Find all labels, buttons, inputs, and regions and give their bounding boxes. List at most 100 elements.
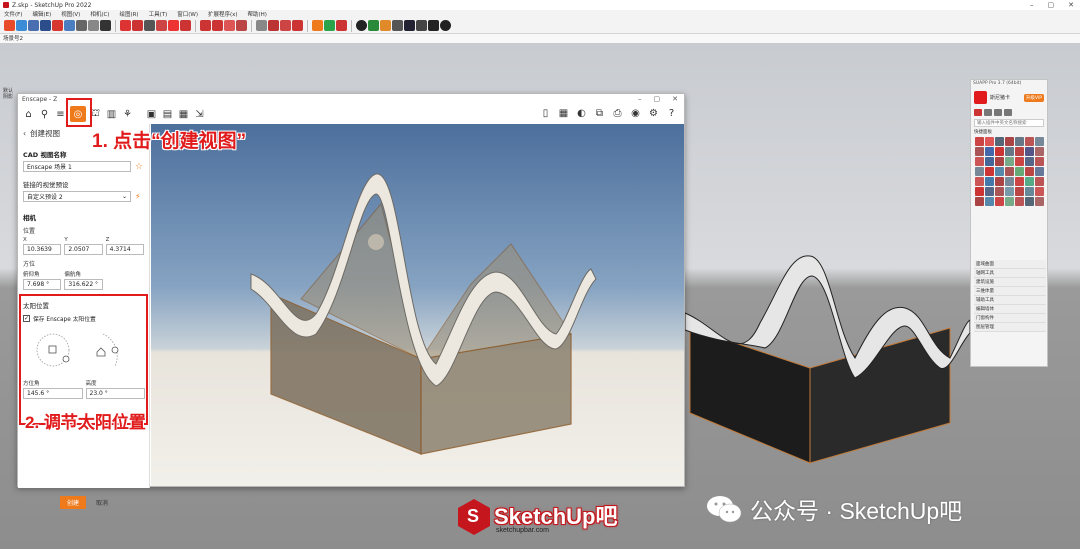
group-icon[interactable] [256,20,267,31]
suapp-fav-icon[interactable] [994,109,1002,116]
walk-tool-icon[interactable] [76,20,87,31]
menu-file[interactable]: 文件(F) [4,10,22,18]
add-icon[interactable] [356,20,367,31]
category-item[interactable]: 面域曲面 [974,260,1046,269]
tool-icon[interactable] [1005,147,1014,156]
pitch-input[interactable]: 7.698 ° [23,279,62,290]
mail-icon[interactable] [428,20,439,31]
category-item[interactable]: 三维体量 [974,287,1046,296]
tool-icon[interactable] [1025,177,1034,186]
tool-icon[interactable] [995,167,1004,176]
tool-icon[interactable] [1035,177,1044,186]
minimize-icon[interactable]: – [1030,1,1034,9]
building-icon[interactable]: ▥ [105,108,118,121]
help-icon[interactable]: ? [665,107,678,120]
category-item[interactable]: 图层管理 [974,323,1046,332]
close-icon[interactable]: ✕ [1068,1,1074,9]
position-camera-icon[interactable] [88,20,99,31]
menu-camera[interactable]: 相机(C) [90,10,109,18]
tool-icon[interactable] [1025,137,1034,146]
menu-extensions[interactable]: 扩展程序(x) [208,10,238,18]
tool-icon[interactable] [975,147,984,156]
tool-icon[interactable] [975,137,984,146]
orbit-tool-icon[interactable] [16,20,27,31]
link-icon[interactable]: ⚲ [38,108,51,121]
tool-icon[interactable] [995,147,1004,156]
tool-icon[interactable] [1035,187,1044,196]
tool-icon[interactable] [985,167,994,176]
refresh-icon[interactable] [324,20,335,31]
preset-link-icon[interactable]: ⚡ [135,192,141,201]
tool-icon[interactable] [1035,147,1044,156]
layers-icon[interactable]: ⧉ [593,107,606,120]
select-tool-icon[interactable] [4,20,15,31]
enscape-close-icon[interactable]: ✕ [672,95,678,103]
tool-icon[interactable] [975,167,984,176]
tool-icon[interactable] [985,157,994,166]
tool-icon[interactable] [995,187,1004,196]
preset-select[interactable]: 自定义预设 2 ⌄ [23,191,131,202]
cad-name-input[interactable]: Enscape 场景 1 [23,161,131,172]
suapp-home-icon[interactable] [974,109,982,116]
zoom-tool-icon[interactable] [28,20,39,31]
tool-icon[interactable] [985,137,994,146]
tool-icon[interactable] [1005,177,1014,186]
tool-icon[interactable] [1035,167,1044,176]
footprints-icon[interactable] [100,20,111,31]
gear-icon[interactable]: ⚙ [647,107,660,120]
tool-icon[interactable] [1015,197,1024,206]
sketchup-model[interactable] [680,248,970,468]
sketchup-mini-icon[interactable] [336,20,347,31]
tool-icon[interactable] [1035,137,1044,146]
tool-icon[interactable] [1015,157,1024,166]
tool-icon[interactable] [1005,137,1014,146]
menu-tools[interactable]: 工具(T) [149,10,168,18]
tool-icon[interactable] [1005,157,1014,166]
category-item[interactable]: 轴网工具 [974,269,1046,278]
back-chevron-icon[interactable]: ‹ [23,129,26,138]
tool-icon[interactable] [995,177,1004,186]
sofa-icon[interactable] [236,20,247,31]
stamp-icon[interactable] [292,20,303,31]
checker-icon[interactable] [392,20,403,31]
info-icon[interactable] [440,20,451,31]
enscape-minimize-icon[interactable]: – [638,95,642,103]
maximize-icon[interactable]: ▢ [1048,1,1055,9]
batch-render-icon[interactable]: ▦ [177,108,190,121]
y-input[interactable]: 2.0507 [64,244,103,255]
tree-icon[interactable] [368,20,379,31]
tool-icon[interactable] [1025,147,1034,156]
category-item[interactable]: 辅助工具 [974,296,1046,305]
suapp-search-input[interactable]: 输入插件中英文名称搜索 [974,119,1044,127]
tool-icon[interactable] [1025,157,1034,166]
tool-icon[interactable] [1005,167,1014,176]
tool-icon[interactable] [985,147,994,156]
table-icon[interactable]: ▦ [557,107,570,120]
bu-plugin-icon[interactable] [120,20,131,31]
tool-icon[interactable] [1015,177,1024,186]
home-icon[interactable]: ⌂ [22,108,35,121]
tool-icon[interactable] [1015,147,1024,156]
tool-icon[interactable] [975,157,984,166]
menu-help[interactable]: 帮助(H) [248,10,267,18]
tool-icon[interactable] [1035,197,1044,206]
vip-upgrade-button[interactable]: 升级VIP [1023,93,1044,102]
tool-icon[interactable] [1025,197,1034,206]
suapp-search-icon[interactable] [1004,109,1012,116]
tool-icon[interactable] [985,177,994,186]
x-input[interactable]: 10.3639 [23,244,62,255]
s-plugin-icon[interactable] [180,20,191,31]
tool-icon[interactable] [1025,167,1034,176]
yaw-input[interactable]: 316.622 ° [64,279,103,290]
screenshot-icon[interactable]: ▣ [145,108,158,121]
contrast-icon[interactable]: ◐ [575,107,588,120]
suapp-list-icon[interactable] [984,109,992,116]
tool-icon[interactable] [1015,187,1024,196]
tool-icon[interactable] [1015,167,1024,176]
tool-icon[interactable] [975,177,984,186]
search-tool-icon[interactable] [64,20,75,31]
star-icon[interactable]: ☆ [135,162,143,172]
category-item[interactable]: 门窗构件 [974,314,1046,323]
create-button[interactable]: 创建 [59,495,86,509]
gear-red-icon[interactable] [168,20,179,31]
